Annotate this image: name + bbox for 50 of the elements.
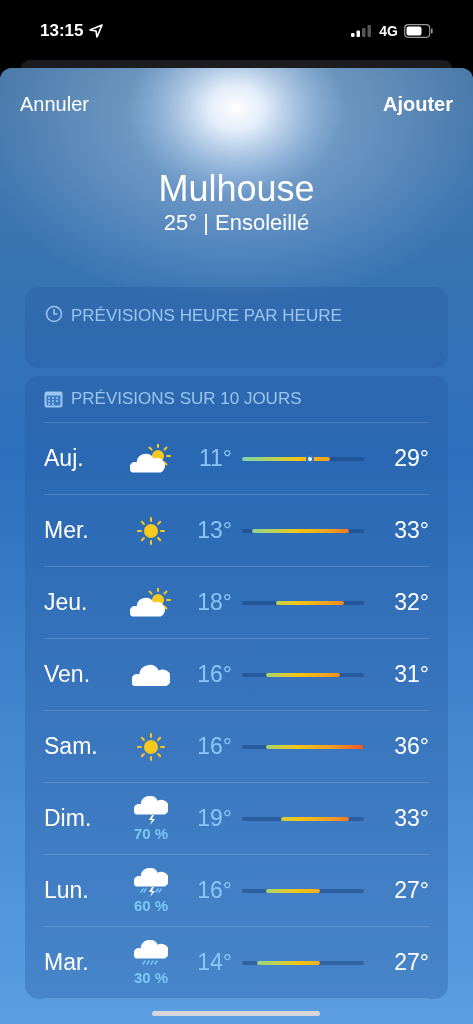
temperature-range-bar <box>281 816 350 821</box>
day-label: Mar. <box>44 948 90 978</box>
add-button[interactable]: Ajouter <box>383 89 453 119</box>
high-temperature: 27° <box>393 876 429 906</box>
low-temperature: 13° <box>196 516 233 546</box>
high-temperature: 31° <box>393 660 429 690</box>
day-label: Sam. <box>44 732 99 762</box>
high-temperature: 33° <box>393 804 429 834</box>
current-conditions: 25° | Ensoleillé <box>163 210 310 236</box>
precipitation-chance: 70 % <box>133 825 169 842</box>
low-temperature: 16° <box>196 732 233 762</box>
high-temperature: 29° <box>393 444 429 474</box>
location-arrow-icon <box>89 24 104 38</box>
low-temperature: 16° <box>196 660 233 690</box>
low-temperature: 11° <box>197 444 233 474</box>
cloud-lightning-icon <box>134 795 168 826</box>
card-title: PRÉVISIONS HEURE PAR HEURE <box>71 305 342 327</box>
sun-behind-cloud-icon <box>130 587 172 618</box>
signal-icon <box>351 25 374 37</box>
high-temperature: 32° <box>393 588 429 618</box>
day-label: Auj. <box>44 444 85 474</box>
temperature-range-bar <box>276 600 345 605</box>
day-label: Lun. <box>44 876 90 906</box>
high-temperature: 36° <box>393 732 429 762</box>
temperature-range-bar <box>256 960 321 965</box>
day-label: Dim. <box>44 804 93 834</box>
precipitation-chance: 30 % <box>133 969 169 986</box>
clock-time: 13:15 <box>40 20 84 43</box>
high-temperature: 33° <box>393 516 429 546</box>
low-temperature: 18° <box>196 588 233 618</box>
high-temperature: 27° <box>393 948 429 978</box>
low-temperature: 14° <box>196 948 233 978</box>
day-label: Jeu. <box>44 588 89 618</box>
low-temperature: 19° <box>196 804 233 834</box>
clock-icon <box>45 305 63 323</box>
city-name: Mulhouse <box>158 168 315 210</box>
battery-icon <box>404 24 433 38</box>
precipitation-chance: 60 % <box>133 897 169 914</box>
cancel-button[interactable]: Annuler <box>20 89 89 119</box>
day-label: Mer. <box>44 516 90 546</box>
sun-icon <box>135 730 167 763</box>
sun-icon <box>135 514 167 547</box>
cloud-lightning-rain-icon <box>134 867 168 898</box>
sun-behind-cloud-icon <box>130 443 172 474</box>
low-temperature: 16° <box>196 876 233 906</box>
network-label: 4G <box>379 21 398 41</box>
temperature-range-bar <box>266 888 321 893</box>
day-label: Ven. <box>44 660 92 690</box>
cloud-icon <box>132 662 170 687</box>
card-title: PRÉVISIONS SUR 10 JOURS <box>71 388 302 411</box>
